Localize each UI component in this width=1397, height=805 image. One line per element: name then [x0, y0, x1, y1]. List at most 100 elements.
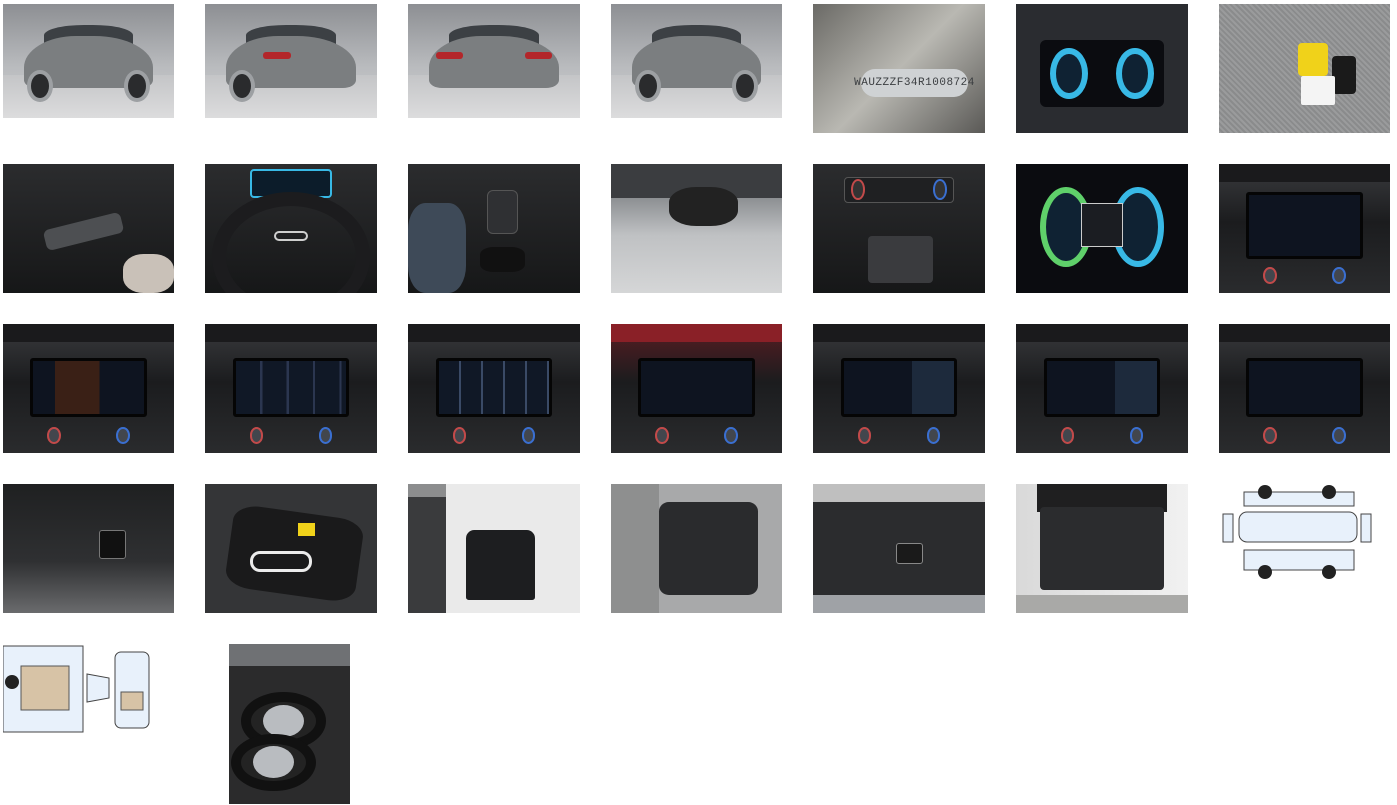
photo-thumbnail-14[interactable] — [1219, 164, 1390, 293]
temperature-knob-icon — [1129, 427, 1144, 444]
dash-strip — [813, 324, 985, 343]
gear-selector-icon — [487, 189, 519, 234]
photo-thumbnail-11[interactable] — [611, 164, 782, 293]
photo-thumbnail-5[interactable]: WAUZZZF34R1008724 — [813, 4, 985, 133]
temperature-knob-icon — [1331, 427, 1346, 444]
hand-shape — [122, 254, 174, 293]
photo-thumbnail-20[interactable] — [1016, 324, 1188, 453]
photo-thumbnail-15[interactable] — [3, 324, 174, 453]
photo-thumbnail-7[interactable] — [1219, 4, 1390, 133]
photo-thumbnail-17[interactable] — [408, 324, 580, 453]
infotainment-screen-icon — [435, 357, 553, 417]
photo-thumbnail-1[interactable] — [3, 4, 174, 118]
wheel-icon — [229, 70, 255, 103]
infotainment-screen-icon — [840, 357, 958, 417]
damage-diagram-interior-icon — [3, 645, 150, 733]
key-fob-icon — [1331, 55, 1356, 95]
photo-thumbnail-23[interactable] — [205, 484, 377, 613]
dash-strip — [1219, 324, 1390, 343]
vin-number: WAUZZZF34R1008724 — [854, 76, 975, 89]
wheel-icon — [26, 70, 53, 103]
infotainment-screen-icon — [232, 357, 350, 417]
tailgate-shape — [229, 644, 350, 667]
dash-strip — [3, 324, 174, 343]
photo-thumbnail-9[interactable] — [205, 164, 377, 293]
temperature-knob-icon — [452, 427, 467, 444]
photo-thumbnail-25[interactable] — [611, 484, 782, 613]
wheel-icon — [124, 70, 151, 103]
open-trunk-icon — [1040, 507, 1164, 590]
photo-thumbnail-21[interactable] — [1219, 324, 1390, 453]
tag-icon — [297, 522, 316, 536]
temperature-knob-icon — [926, 427, 941, 444]
temperature-knob-icon — [723, 427, 738, 444]
infotainment-screen-icon — [638, 357, 755, 417]
key-card-icon — [1301, 76, 1336, 105]
steering-wheel-icon — [211, 192, 371, 293]
photo-thumbnail-27[interactable] — [1016, 484, 1188, 613]
storage-tray-icon — [868, 236, 934, 283]
rear-view-mirror-icon — [669, 187, 738, 226]
temperature-knob-icon — [1060, 427, 1075, 444]
bumper-shape — [1016, 594, 1188, 613]
cup-holder-icon — [480, 246, 525, 273]
temperature-knob-icon — [115, 427, 130, 444]
photo-gallery: WAUZZZF34R1008724 — [0, 0, 1397, 805]
temperature-knob-icon — [318, 427, 333, 444]
photo-thumbnail-28[interactable] — [1219, 484, 1390, 584]
dash-strip — [408, 324, 580, 343]
temperature-knob-icon — [1263, 267, 1278, 284]
temperature-knob-icon — [850, 179, 865, 201]
photo-thumbnail-8[interactable] — [3, 164, 174, 293]
photo-thumbnail-24[interactable] — [408, 484, 580, 613]
gauge-ring — [1115, 47, 1154, 100]
trunk-side-panel-icon — [98, 530, 127, 559]
photo-thumbnail-3[interactable] — [408, 4, 580, 118]
logo-icon — [249, 551, 312, 572]
photo-thumbnail-12[interactable] — [813, 164, 985, 293]
photo-thumbnail-30[interactable] — [229, 644, 350, 804]
tailgate-buttons-icon — [895, 543, 924, 564]
tail-lamp-icon — [435, 51, 464, 59]
photo-thumbnail-18[interactable] — [611, 324, 782, 453]
photo-thumbnail-16[interactable] — [205, 324, 377, 453]
key-tags-icon — [1297, 42, 1329, 77]
photo-thumbnail-19[interactable] — [813, 324, 985, 453]
temperature-knob-icon — [47, 427, 62, 444]
logo-icon — [273, 231, 309, 242]
dash-strip — [1219, 164, 1390, 183]
photo-thumbnail-29[interactable] — [3, 644, 151, 734]
tail-lamp-icon — [263, 51, 291, 59]
photo-thumbnail-10[interactable] — [408, 164, 580, 293]
temperature-knob-icon — [249, 427, 264, 444]
vin-plate: WAUZZZF34R1008724 — [854, 68, 974, 97]
dash-strip — [611, 324, 782, 343]
tail-lamp-icon — [524, 51, 553, 59]
photo-thumbnail-26[interactable] — [813, 484, 985, 613]
infotainment-screen-icon — [1246, 357, 1363, 417]
instrument-cluster-icon — [1081, 202, 1123, 247]
temperature-knob-icon — [521, 427, 536, 444]
wheel-rim-icon — [262, 704, 304, 737]
rear-seat-icon — [658, 502, 759, 595]
stalk-controls-icon — [42, 211, 125, 251]
photo-thumbnail-6[interactable] — [1016, 4, 1188, 133]
photo-thumbnail-22[interactable] — [3, 484, 174, 613]
photo-thumbnail-2[interactable] — [205, 4, 377, 118]
photo-thumbnail-13[interactable] — [1016, 164, 1188, 293]
temperature-knob-icon — [1331, 267, 1346, 284]
temperature-knob-icon — [655, 427, 670, 444]
photo-thumbnail-4[interactable] — [611, 4, 782, 118]
door-panel-icon — [408, 496, 446, 613]
infotainment-screen-icon — [30, 357, 147, 417]
seat-icon — [466, 530, 536, 601]
dash-strip — [205, 324, 377, 343]
damage-diagram-exterior-icon — [1222, 485, 1372, 579]
temperature-knob-icon — [857, 427, 872, 444]
dash-strip — [1016, 324, 1188, 343]
infotainment-screen-icon — [1246, 192, 1363, 260]
wheel-icon — [634, 70, 661, 103]
infotainment-screen-icon — [1043, 357, 1161, 417]
knee-shape — [408, 202, 467, 293]
wheel-icon — [732, 70, 759, 103]
